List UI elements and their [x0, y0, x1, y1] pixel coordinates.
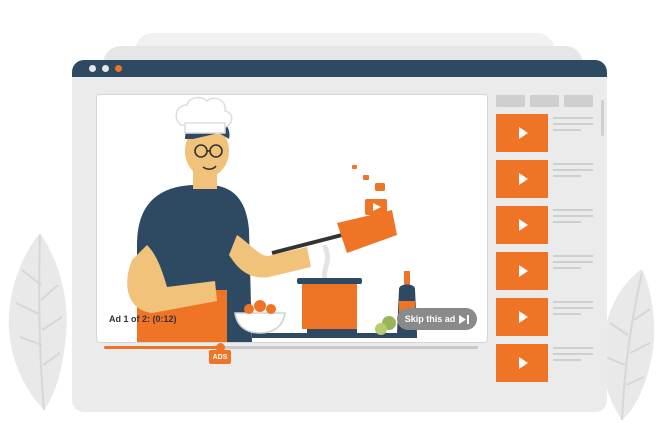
video-thumbnail[interactable]	[496, 206, 548, 244]
video-player[interactable]: Ad 1 of 2: (0:12) Skip this ad	[96, 94, 488, 343]
leaf-left-decoration	[8, 233, 67, 411]
title-placeholder-line	[553, 175, 581, 177]
title-placeholder-line	[553, 129, 581, 131]
play-icon	[519, 173, 528, 185]
skip-ad-button[interactable]: Skip this ad	[397, 308, 477, 330]
play-icon	[519, 265, 528, 277]
title-placeholder-line	[553, 301, 593, 303]
video-thumbnail[interactable]	[496, 160, 548, 198]
video-thumbnail[interactable]	[496, 252, 548, 290]
title-placeholder-line	[553, 359, 581, 361]
title-placeholder-line	[553, 261, 593, 263]
playlist-tab[interactable]	[564, 95, 593, 107]
video-thumbnail[interactable]	[496, 344, 548, 382]
title-placeholder-line	[553, 255, 593, 257]
title-placeholder-line	[553, 117, 593, 119]
video-progress-fill	[104, 346, 220, 349]
playlist-item[interactable]	[496, 344, 596, 382]
title-placeholder-line	[553, 347, 593, 349]
ad-status-text: Ad 1 of 2: (0:12)	[109, 314, 177, 324]
ads-marker-badge: ADS	[209, 346, 231, 364]
skip-ad-label: Skip this ad	[404, 314, 456, 324]
play-icon	[519, 219, 528, 231]
playlist-item[interactable]	[496, 206, 596, 244]
window-control-dot-active[interactable]	[115, 65, 122, 72]
playlist-item[interactable]	[496, 252, 596, 290]
title-placeholder-line	[553, 267, 581, 269]
playlist-item[interactable]	[496, 160, 596, 198]
playlist-item[interactable]	[496, 298, 596, 336]
window-titlebar	[72, 60, 607, 77]
title-placeholder-line	[553, 313, 581, 315]
video-progress-bar[interactable]	[104, 343, 478, 352]
chef-cooking-illustration	[127, 96, 417, 342]
title-placeholder-line	[553, 123, 593, 125]
title-placeholder-line	[553, 209, 593, 211]
play-icon	[519, 311, 528, 323]
title-placeholder-line	[553, 169, 593, 171]
playlist-scrollbar[interactable]	[601, 100, 604, 136]
play-icon	[519, 127, 528, 139]
title-placeholder-line	[553, 221, 581, 223]
video-thumbnail[interactable]	[496, 298, 548, 336]
playlist-item[interactable]	[496, 114, 596, 152]
browser-window: Ad 1 of 2: (0:12) Skip this ad ADS	[72, 60, 607, 412]
title-placeholder-line	[553, 215, 593, 217]
skip-next-icon	[459, 314, 470, 324]
title-placeholder-line	[553, 307, 593, 309]
playlist-tab[interactable]	[530, 95, 559, 107]
window-control-dot[interactable]	[89, 65, 96, 72]
title-placeholder-line	[553, 163, 593, 165]
play-icon	[519, 357, 528, 369]
video-thumbnail[interactable]	[496, 114, 548, 152]
title-placeholder-line	[553, 353, 593, 355]
window-control-dot[interactable]	[102, 65, 109, 72]
playlist-tab[interactable]	[496, 95, 525, 107]
